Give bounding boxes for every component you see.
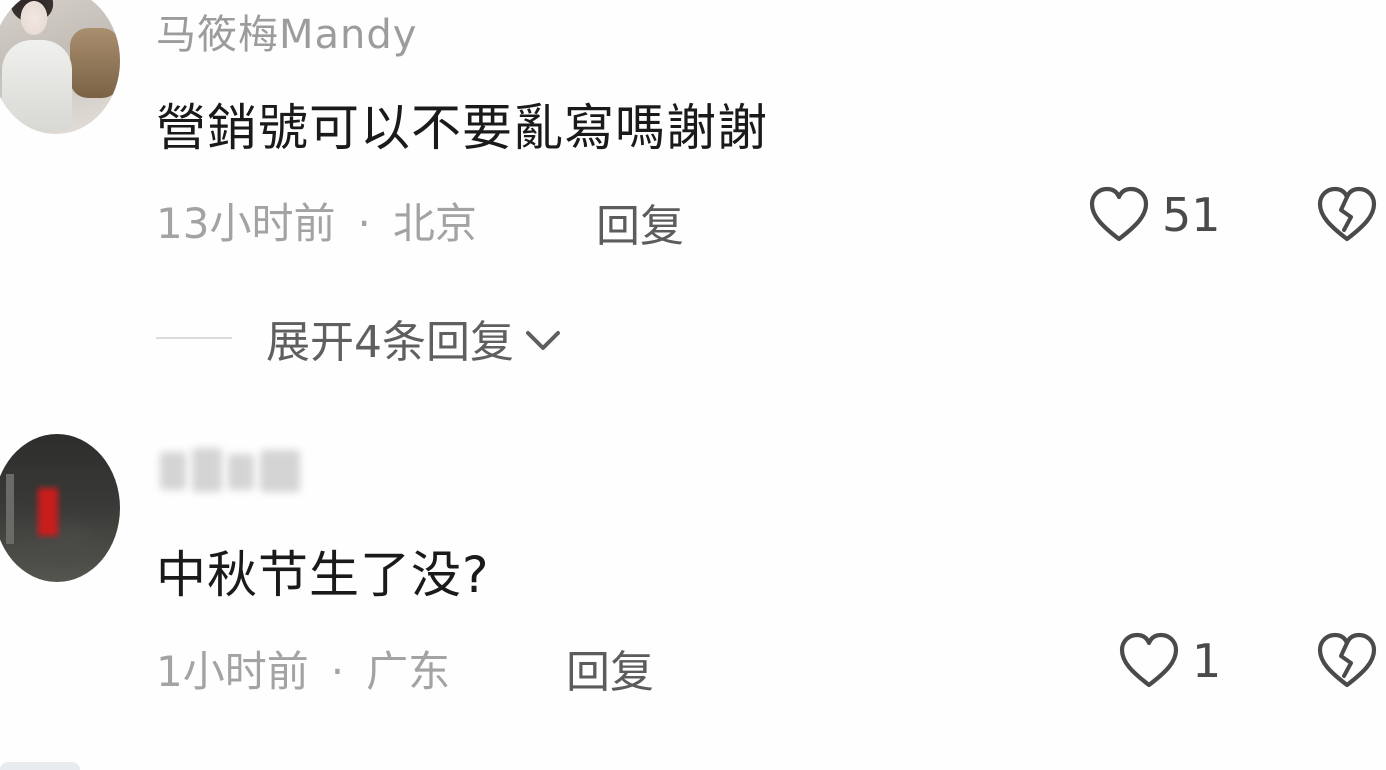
comment-location: 广东 [366, 647, 451, 696]
next-avatar-edge [0, 762, 80, 770]
expand-divider [156, 337, 232, 339]
meta-separator: · [330, 647, 345, 696]
comment-time: 1小时前 [156, 647, 309, 696]
reply-button[interactable]: 回复 [596, 190, 684, 254]
avatar-detail [38, 488, 58, 536]
avatar-background [70, 28, 120, 98]
avatar[interactable] [0, 0, 120, 134]
comment-section: 马筱梅Mandy 營銷號可以不要亂寫嗎謝謝 13小时前 · 北京 回复 51 展开4… [0, 0, 1386, 770]
avatar[interactable] [0, 434, 120, 582]
dislike-button[interactable] [1316, 186, 1378, 248]
chevron-down-icon [526, 331, 560, 350]
expand-replies-label: 展开4条回复 [266, 317, 514, 368]
expand-replies-button[interactable]: 展开4条回复 [156, 306, 562, 370]
like-count: 1 [1192, 634, 1222, 688]
comment-time: 13小时前 [156, 199, 336, 248]
like-count: 51 [1162, 188, 1221, 242]
meta-separator: · [357, 199, 371, 248]
like-button[interactable]: 1 [1118, 632, 1221, 690]
comment-meta: 13小时前 · 北京 [156, 190, 477, 251]
avatar-detail [6, 474, 14, 544]
broken-heart-icon [1317, 632, 1377, 688]
comment-username[interactable]: 马筱梅Mandy [156, 2, 417, 60]
avatar-figure [2, 40, 72, 130]
comment-text: 中秋节生了没? [156, 546, 490, 604]
comment-text: 營銷號可以不要亂寫嗎謝謝 [156, 99, 768, 157]
comment-username-redacted[interactable] [156, 446, 306, 496]
comment-location: 北京 [392, 199, 477, 248]
dislike-button[interactable] [1316, 632, 1378, 694]
broken-heart-icon [1317, 186, 1377, 242]
heart-outline-icon [1119, 632, 1179, 688]
comment-meta: 1小时前 · 广东 [156, 638, 450, 699]
like-button[interactable]: 51 [1088, 186, 1221, 244]
heart-outline-icon [1089, 186, 1149, 242]
reply-button[interactable]: 回复 [566, 636, 654, 700]
